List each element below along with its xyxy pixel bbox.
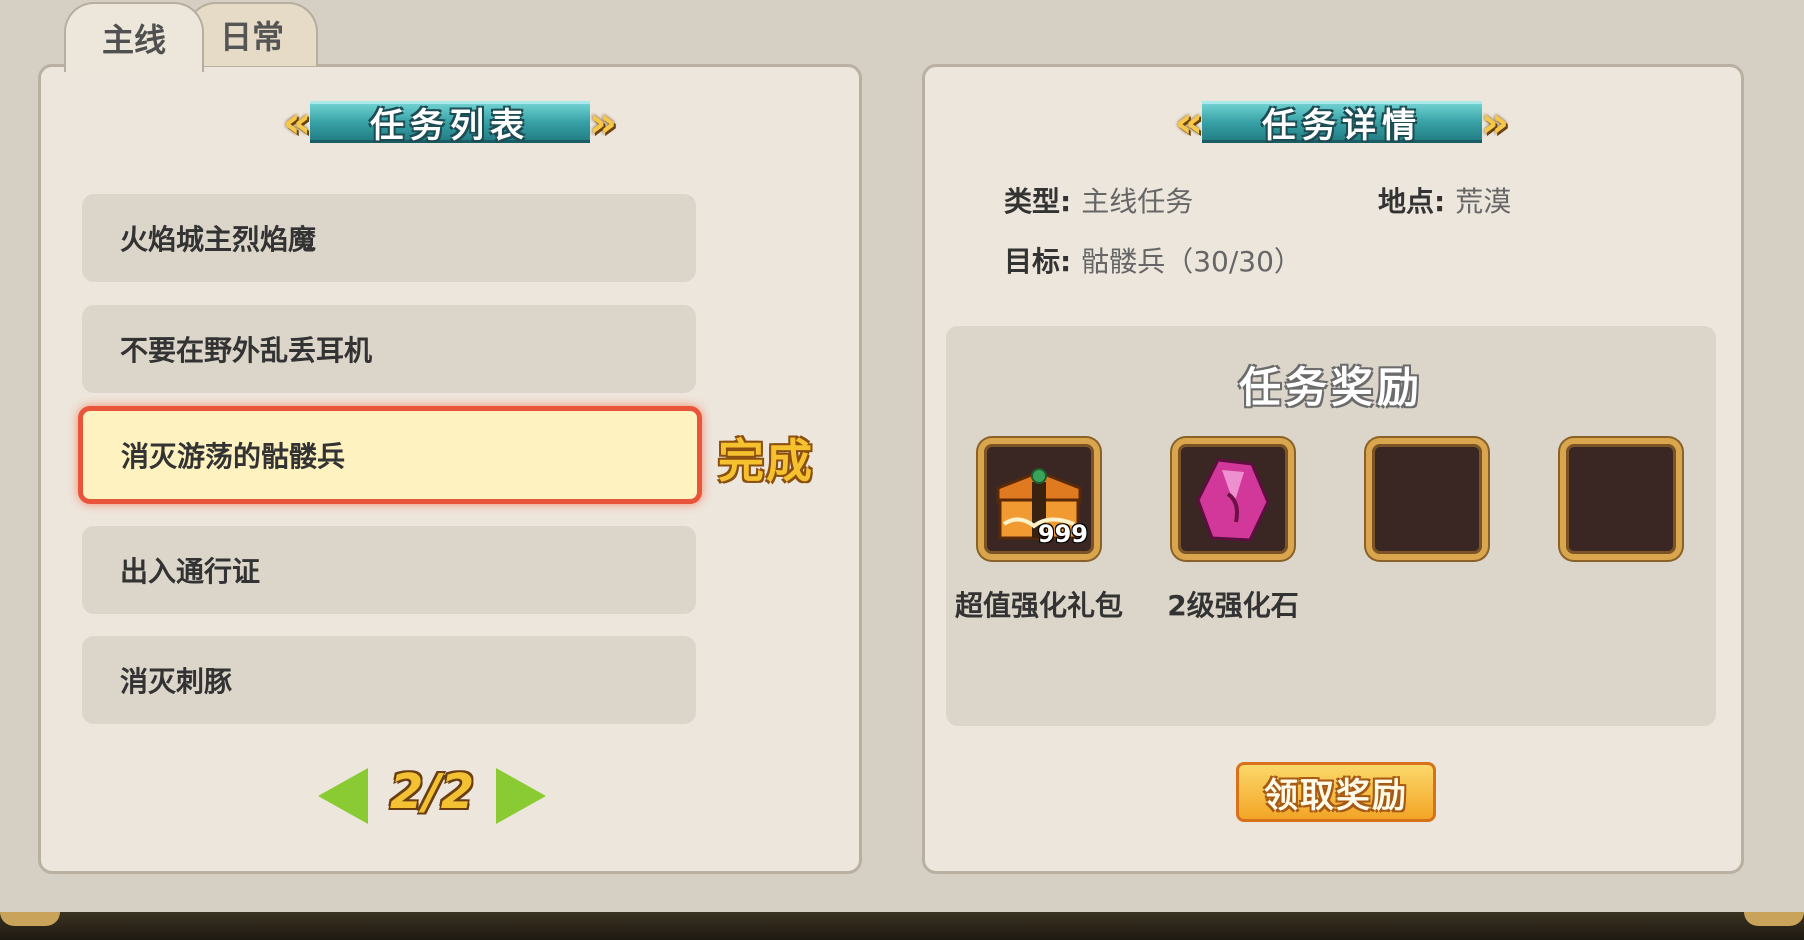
reward-name: 超值强化礼包 <box>954 589 1123 622</box>
page-indicator: 2/2 <box>389 764 475 820</box>
quest-item-selected[interactable]: 消灭游荡的骷髅兵 <box>78 406 702 504</box>
chevron-right-icon: » <box>1480 96 1510 148</box>
prev-page-arrow-icon[interactable] <box>318 768 368 824</box>
tab-main[interactable]: 主线 <box>64 2 204 72</box>
quest-detail-banner: « 任务详情 » <box>1162 95 1522 149</box>
chevron-right-icon: » <box>588 96 618 148</box>
reward-title: 任务奖励 <box>1238 363 1423 412</box>
reward-slot[interactable] <box>1172 438 1294 560</box>
pink-crystal-icon <box>1196 458 1270 542</box>
reward-slot-empty[interactable] <box>1366 438 1488 560</box>
quest-item[interactable]: 出入通行证 <box>82 526 696 614</box>
tab-daily[interactable]: 日常 <box>186 2 318 66</box>
reward-slot[interactable]: 999 <box>978 438 1100 560</box>
reward-name: 2级强化石 <box>1167 589 1299 622</box>
quest-detail-title: 任务详情 <box>1262 105 1422 146</box>
frame-ornament <box>0 912 60 926</box>
bottom-frame <box>0 912 1804 940</box>
pagination: 2/2 <box>316 762 548 828</box>
quest-location: 地点: 荒漠 <box>1378 185 1512 218</box>
complete-label: 完成 <box>718 434 814 488</box>
quest-item[interactable]: 火焰城主烈焰魔 <box>82 194 696 282</box>
next-page-arrow-icon[interactable] <box>496 768 546 824</box>
chevron-left-icon: « <box>282 96 312 148</box>
quest-target: 目标: 骷髅兵（30/30） <box>1004 245 1302 278</box>
quest-item[interactable]: 消灭刺豚 <box>82 636 696 724</box>
quest-list-title: 任务列表 <box>370 105 530 146</box>
chevron-left-icon: « <box>1174 96 1204 148</box>
quest-type: 类型: 主线任务 <box>1004 185 1194 218</box>
claim-reward-button[interactable]: 领取奖励 <box>1236 762 1436 822</box>
frame-ornament <box>1744 912 1804 926</box>
reward-quantity: 999 <box>1037 520 1088 548</box>
reward-slot-empty[interactable] <box>1560 438 1682 560</box>
quest-list-banner: « 任务列表 » <box>270 95 630 149</box>
quest-item[interactable]: 不要在野外乱丢耳机 <box>82 305 696 393</box>
